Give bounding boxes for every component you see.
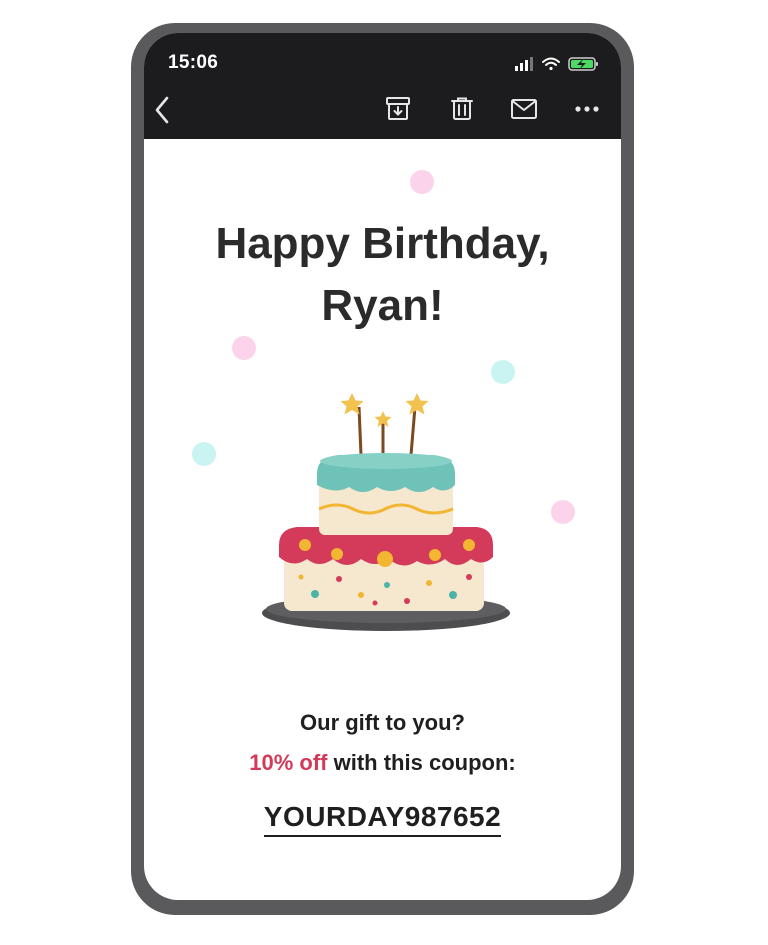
app-top-bar: 15:06 [144,33,621,139]
confetti-dot [192,442,216,466]
confetti-dot [232,336,256,360]
discount-amount: 10% off [249,750,328,775]
coupon-code[interactable]: YOURDAY987652 [263,801,502,837]
confetti-dot [491,360,515,384]
signal-icon [515,57,533,71]
back-chevron-icon[interactable] [152,95,174,125]
trash-icon[interactable] [449,96,475,122]
birthday-heading: Happy Birthday, Ryan! [144,213,621,337]
more-icon[interactable] [574,105,600,113]
birthday-cake-illustration [262,393,510,631]
confetti-dot [551,500,575,524]
archive-icon[interactable] [385,96,411,122]
gift-question: Our gift to you? [300,710,465,735]
confetti-dot [410,170,434,194]
email-screen: 15:06 Happy Birthday, Ryan! Our gift to … [144,33,621,900]
wifi-icon [542,57,560,71]
status-time: 15:06 [168,52,219,73]
heading-line-1: Happy Birthday, [215,219,550,268]
mail-icon[interactable] [510,98,538,120]
discount-suffix: with this coupon: [327,750,516,775]
heading-line-2: Ryan! [321,281,444,330]
coupon-code-container: YOURDAY987652 [144,801,621,837]
status-icons [515,57,598,71]
discount-line: 10% off with this coupon: [144,750,621,776]
battery-charging-icon [568,57,598,71]
